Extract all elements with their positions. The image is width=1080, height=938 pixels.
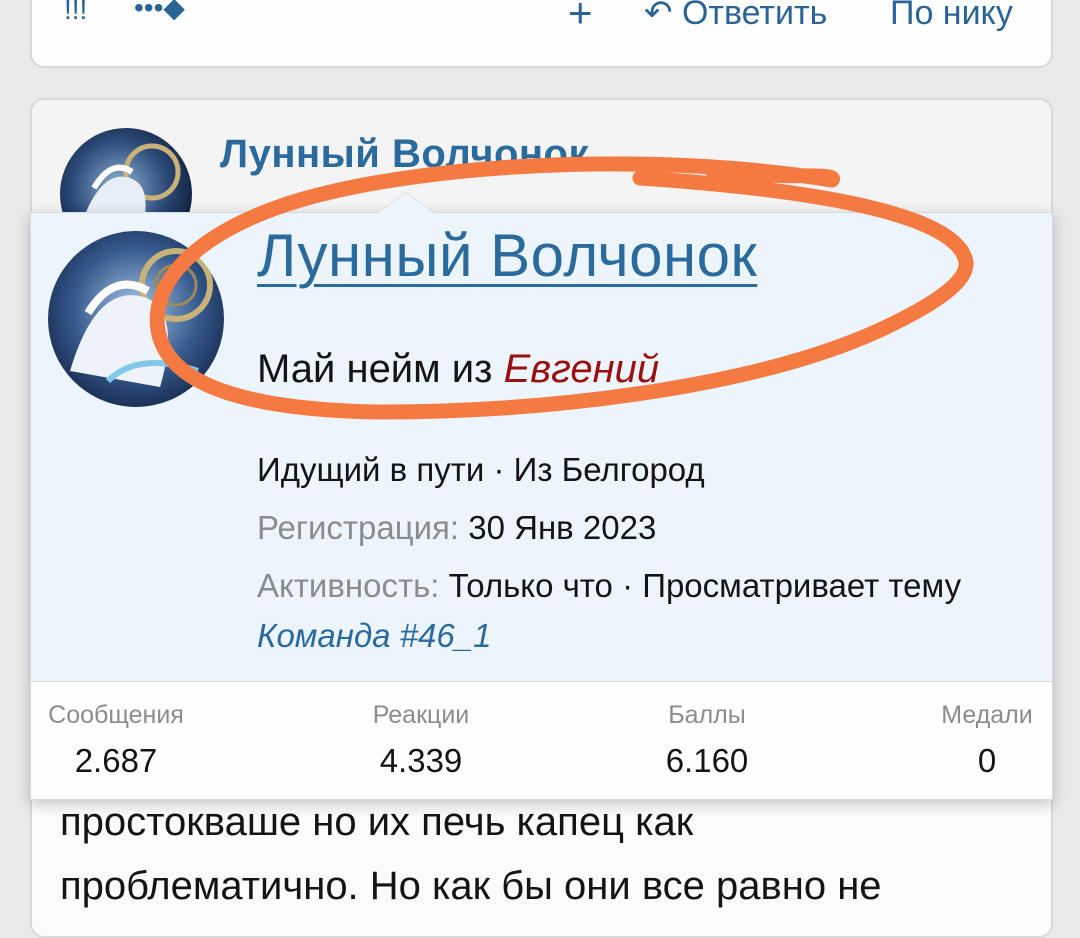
reply-icon: ↶	[644, 0, 673, 32]
post-body-line: проблематично. Но как бы они все равно н…	[60, 864, 882, 908]
user-title: Май нейм из Евгений	[257, 347, 659, 392]
user-title-highlight: Евгений	[503, 347, 660, 391]
post-username[interactable]: Лунный Волчонок	[220, 132, 589, 177]
member-tooltip: Лунный Волчонок Май нейм из Евгений Идущ…	[30, 192, 1053, 800]
activity-value: Только что · Просматривает тему	[448, 567, 962, 604]
registration-value: 30 Янв 2023	[468, 509, 657, 546]
tooltip-arrow	[377, 192, 435, 213]
stat-label: Реакции	[372, 701, 470, 729]
stat-reactions[interactable]: Реакции 4.339	[353, 701, 489, 780]
more-options-icon[interactable]: •••◆	[134, 0, 185, 22]
post-body-line: простокваше но их печь капец как	[60, 800, 694, 844]
activity-row: Активность: Только что · Просматривает т…	[257, 567, 961, 605]
stat-value: 2.687	[74, 742, 158, 779]
tooltip-username-link[interactable]: Лунный Волчонок	[257, 221, 757, 290]
post-toolbar: !!! •••◆ + ↶ Ответить По нику	[30, 0, 1053, 68]
activity-label: Активность:	[257, 567, 440, 604]
alert-icon[interactable]: !!!	[64, 0, 87, 24]
stat-points[interactable]: Баллы 6.160	[647, 701, 767, 780]
tooltip-avatar[interactable]	[48, 231, 224, 407]
stat-medals[interactable]: Медали 0	[931, 701, 1043, 780]
stat-label: Баллы	[668, 701, 746, 729]
stat-value: 6.160	[665, 742, 749, 779]
by-nick-button[interactable]: По нику	[890, 0, 1013, 30]
team-thread-link[interactable]: Команда #46_1	[257, 617, 491, 655]
user-title-prefix: Май нейм из	[257, 347, 504, 391]
stat-value: 4.339	[379, 742, 463, 779]
registration-row: Регистрация: 30 Янв 2023	[257, 509, 656, 547]
stat-value: 0	[977, 742, 997, 779]
reply-button[interactable]: ↶ Ответить	[644, 0, 827, 30]
reply-label: Ответить	[681, 0, 828, 32]
stat-label: Сообщения	[48, 701, 184, 729]
add-button[interactable]: +	[568, 0, 593, 34]
stat-messages[interactable]: Сообщения 2.687	[47, 701, 185, 780]
stat-label: Медали	[941, 701, 1033, 729]
wolf-avatar-image	[48, 231, 224, 407]
registration-label: Регистрация:	[257, 509, 460, 546]
rank-location: Идущий в пути · Из Белгород	[257, 451, 705, 488]
